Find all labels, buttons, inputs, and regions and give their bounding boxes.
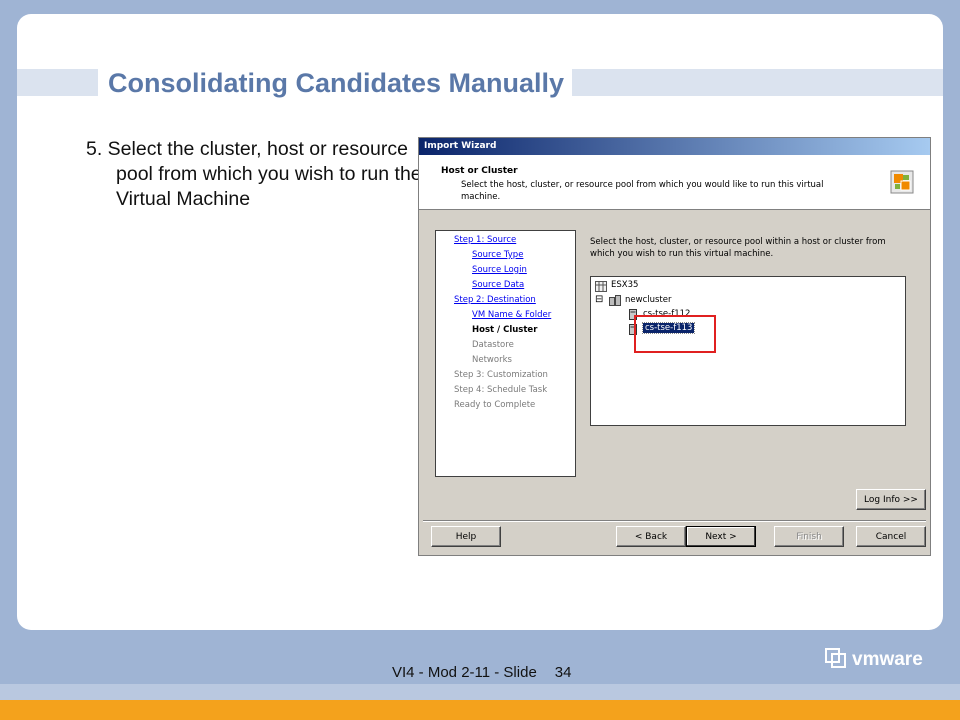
step-2-destination-link[interactable]: Step 2: Destination: [454, 295, 536, 305]
button-divider: [423, 520, 926, 522]
step-source-data-link[interactable]: Source Data: [472, 280, 524, 290]
step-networks: Networks: [472, 355, 512, 365]
wizard-header: Host or Cluster Select the host, cluster…: [419, 155, 930, 210]
wizard-steps-panel: Step 1: Source Source Type Source Login …: [435, 230, 576, 477]
cancel-button[interactable]: Cancel: [856, 526, 926, 547]
selection-highlight-box: [634, 315, 716, 353]
tree-collapse-icon[interactable]: ⊟: [595, 294, 603, 305]
datacenter-icon: [595, 281, 607, 292]
step-source-login-link[interactable]: Source Login: [472, 265, 527, 275]
instruction-bullet: 5. Select the cluster, host or resource …: [86, 138, 422, 210]
wizard-app-icon: [890, 170, 914, 194]
back-button[interactable]: < Back: [616, 526, 686, 547]
next-button[interactable]: Next >: [686, 526, 756, 547]
tree-node-newcluster[interactable]: newcluster: [625, 295, 671, 305]
step-1-source-link[interactable]: Step 1: Source: [454, 235, 516, 245]
step-vm-name-folder-link[interactable]: VM Name & Folder: [472, 310, 551, 320]
slide-title: Consolidating Candidates Manually: [98, 63, 573, 103]
finish-button: Finish: [774, 526, 844, 547]
wizard-titlebar[interactable]: Import Wizard: [419, 138, 930, 155]
tree-node-esx35[interactable]: ESX35: [611, 280, 638, 290]
step-ready-to-complete: Ready to Complete: [454, 400, 536, 410]
vmware-logo: vmware: [825, 648, 923, 670]
step-4-schedule-task: Step 4: Schedule Task: [454, 385, 548, 395]
step-host-cluster-current: Host / Cluster: [472, 325, 538, 335]
step-3-customization: Step 3: Customization: [454, 370, 548, 380]
slide-footer: VI4 - Mod 2-11 - Slide 34: [392, 664, 571, 681]
wizard-header-description: Select the host, cluster, or resource po…: [461, 180, 824, 202]
cluster-icon: [609, 295, 621, 306]
log-info-button[interactable]: Log Info >>: [856, 489, 926, 510]
footer-orange-band: [0, 700, 960, 720]
wizard-header-title: Host or Cluster: [441, 166, 518, 176]
help-button[interactable]: Help: [431, 526, 501, 547]
logo-text: vmware: [852, 649, 923, 670]
host-selection-instruction: Select the host, cluster, or resource po…: [590, 237, 886, 259]
slide-number: 34: [554, 664, 572, 681]
step-datastore: Datastore: [472, 340, 514, 350]
footer-band: [0, 684, 960, 700]
step-source-type-link[interactable]: Source Type: [472, 250, 523, 260]
footer-label: VI4 - Mod 2-11 - Slide: [392, 664, 537, 681]
